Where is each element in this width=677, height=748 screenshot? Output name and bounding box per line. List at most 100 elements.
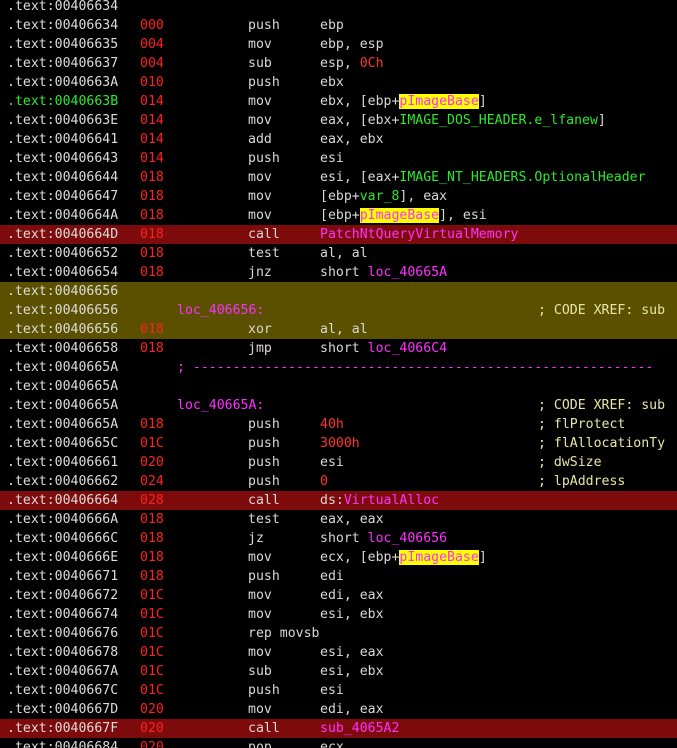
operand-text: ebp, esp <box>320 37 384 52</box>
operand-symbol[interactable]: loc_406656 <box>368 531 447 546</box>
listing-row[interactable]: .text:00406672 01C mov edi, eax <box>0 586 677 605</box>
listing-row[interactable]: .text:0040664A 018 mov [ebp+pImageBase], es… <box>0 206 677 225</box>
listing-row[interactable]: .text:00406664 028 call ds:VirtualAlloc <box>0 491 677 510</box>
listing-row[interactable]: .text:0040663A 010 push ebx <box>0 73 677 92</box>
listing-row[interactable]: .text:00406634 <box>0 0 677 16</box>
listing-row[interactable]: .text:00406661 020 push esi ; dwSize <box>0 453 677 472</box>
listing-row[interactable]: .text:00406662 024 push 0 ; lpAddress <box>0 472 677 491</box>
listing-row[interactable]: .text:0040667A 01C sub esi, ebx <box>0 662 677 681</box>
comment: ; flAllocationTy <box>538 436 666 451</box>
listing-row[interactable]: .text:00406658 018 jmp short loc_4066C4 <box>0 339 677 358</box>
mnemonic: test <box>248 246 280 261</box>
stack-pointer: 020 <box>140 455 164 470</box>
listing-row[interactable]: .text:00406641 014 add eax, ebx <box>0 130 677 149</box>
code-label[interactable]: loc_406656: <box>177 301 264 320</box>
address: .text:00406643 <box>7 151 119 166</box>
operand-text: ebx, [ebp+ <box>320 94 400 109</box>
operand-symbol[interactable]: VirtualAlloc <box>344 493 439 508</box>
listing-row[interactable]: .text:0040665A <box>0 377 677 396</box>
operand-symbol[interactable]: pImageBase <box>359 208 440 223</box>
operand-symbol[interactable]: pImageBase <box>399 550 479 565</box>
address: .text:0040665C <box>7 436 119 451</box>
operands: eax, ebx <box>320 130 384 149</box>
code-label[interactable]: loc_40665A: <box>177 396 264 415</box>
listing-row[interactable]: .text:00406656 018 xor al, al <box>0 320 677 339</box>
listing-row[interactable]: .text:00406644 018 mov esi, [eax+IMAGE_NT_H… <box>0 168 677 187</box>
address: .text:0040663A <box>7 75 119 90</box>
operand-text: eax, ebx <box>320 132 384 147</box>
mnemonic: mov <box>248 189 272 204</box>
listing-row[interactable]: .text:00406674 01C mov esi, ebx <box>0 605 677 624</box>
listing-row[interactable]: .text:00406656 loc_406656: ; CODE XREF: su… <box>0 301 677 320</box>
stack-pointer: 010 <box>140 75 164 90</box>
operands: ecx <box>320 738 344 748</box>
address: .text:00406641 <box>7 132 119 147</box>
operands: eax, [ebx+IMAGE_DOS_HEADER.e_lfanew] <box>320 111 606 130</box>
listing-row[interactable]: .text:00406637 004 sub esp, 0Ch <box>0 54 677 73</box>
mnemonic: mov <box>248 94 272 109</box>
operand-symbol[interactable]: var_8 <box>360 189 400 204</box>
stack-pointer: 018 <box>140 246 164 261</box>
operands: ecx, [ebp+pImageBase] <box>320 548 487 567</box>
listing-row[interactable]: .text:00406654 018 jnz short loc_40665A <box>0 263 677 282</box>
stack-pointer: 01C <box>140 436 164 451</box>
listing-row[interactable]: .text:0040667C 01C push esi <box>0 681 677 700</box>
listing-row[interactable]: .text:0040665A 018 push 40h ; flProtect <box>0 415 677 434</box>
listing-row[interactable]: .text:0040666A 018 test eax, eax <box>0 510 677 529</box>
address: .text:00406635 <box>7 37 119 52</box>
operand-text: esp, <box>320 56 360 71</box>
operands: esi, ebx <box>320 662 384 681</box>
operand-text: ds: <box>320 493 344 508</box>
listing-row[interactable]: .text:0040666E 018 mov ecx, [ebp+pImageBase… <box>0 548 677 567</box>
listing-row[interactable]: .text:00406656 <box>0 282 677 301</box>
operands: 0 <box>320 472 328 491</box>
listing-row[interactable]: .text:0040664D 018 call PatchNtQueryVirtual… <box>0 225 677 244</box>
mnemonic: mov <box>248 607 272 622</box>
listing-row[interactable]: .text:00406634 000 push ebp <box>0 16 677 35</box>
stack-pointer: 01C <box>140 664 164 679</box>
listing-row[interactable]: .text:00406652 018 test al, al <box>0 244 677 263</box>
listing-row[interactable]: .text:00406647 018 mov [ebp+var_8], eax <box>0 187 677 206</box>
operand-symbol[interactable]: loc_4066C4 <box>368 341 447 356</box>
address: .text:00406658 <box>7 341 119 356</box>
operand-text: ebp <box>320 18 344 33</box>
address: .text:00406656 <box>7 284 119 299</box>
comment: ; lpAddress <box>538 474 626 489</box>
operands: short loc_4066C4 <box>320 339 447 358</box>
operands: edi, eax <box>320 700 384 719</box>
listing-row[interactable]: .text:0040663B 014 mov ebx, [ebp+pImageBase… <box>0 92 677 111</box>
operand-symbol[interactable]: pImageBase <box>399 94 479 109</box>
address: .text:00406676 <box>7 626 119 641</box>
operands: esi <box>320 453 344 472</box>
listing-row[interactable]: .text:00406671 018 push edi <box>0 567 677 586</box>
disassembly-listing[interactable]: .text:00406634 .text:00406634 000 push ebp .t… <box>0 0 677 748</box>
operand-symbol[interactable]: IMAGE_NT_HEADERS.OptionalHeader <box>399 170 645 185</box>
address: .text:0040665A <box>7 417 119 432</box>
address: .text:00406661 <box>7 455 119 470</box>
listing-row[interactable]: .text:0040665A ; ------------------------… <box>0 358 677 377</box>
listing-row[interactable]: .text:00406678 01C mov esi, eax <box>0 643 677 662</box>
listing-row[interactable]: .text:00406635 004 mov ebp, esp <box>0 35 677 54</box>
operands: PatchNtQueryVirtualMemory <box>320 225 519 244</box>
operand-symbol[interactable]: PatchNtQueryVirtualMemory <box>320 227 519 242</box>
mnemonic: add <box>248 132 272 147</box>
stack-pointer: 014 <box>140 113 164 128</box>
listing-row[interactable]: .text:0040665A loc_40665A: ; CODE XREF: su… <box>0 396 677 415</box>
listing-row[interactable]: .text:0040663E 014 mov eax, [ebx+IMAGE_DOS_… <box>0 111 677 130</box>
mnemonic: xor <box>248 322 272 337</box>
operand-symbol[interactable]: IMAGE_DOS_HEADER.e_lfanew <box>399 113 598 128</box>
stack-pointer: 028 <box>140 493 164 508</box>
operand-symbol[interactable]: sub_4065A2 <box>320 721 399 736</box>
listing-row[interactable]: .text:0040666C 018 jz short loc_406656 <box>0 529 677 548</box>
listing-row[interactable]: .text:00406643 014 push esi <box>0 149 677 168</box>
address: .text:0040664A <box>7 208 119 223</box>
listing-row[interactable]: .text:0040667D 020 mov edi, eax <box>0 700 677 719</box>
listing-row[interactable]: .text:0040667F 020 call sub_4065A2 <box>0 719 677 738</box>
listing-row[interactable]: .text:00406676 01C rep movsb <box>0 624 677 643</box>
listing-row[interactable]: .text:00406684 020 pop ecx <box>0 738 677 748</box>
operand-symbol[interactable]: loc_40665A <box>368 265 447 280</box>
mnemonic: rep movsb <box>248 626 320 641</box>
listing-row[interactable]: .text:0040665C 01C push 3000h ; flAllocation… <box>0 434 677 453</box>
operands: edi, eax <box>320 586 384 605</box>
operands: edi <box>320 567 344 586</box>
